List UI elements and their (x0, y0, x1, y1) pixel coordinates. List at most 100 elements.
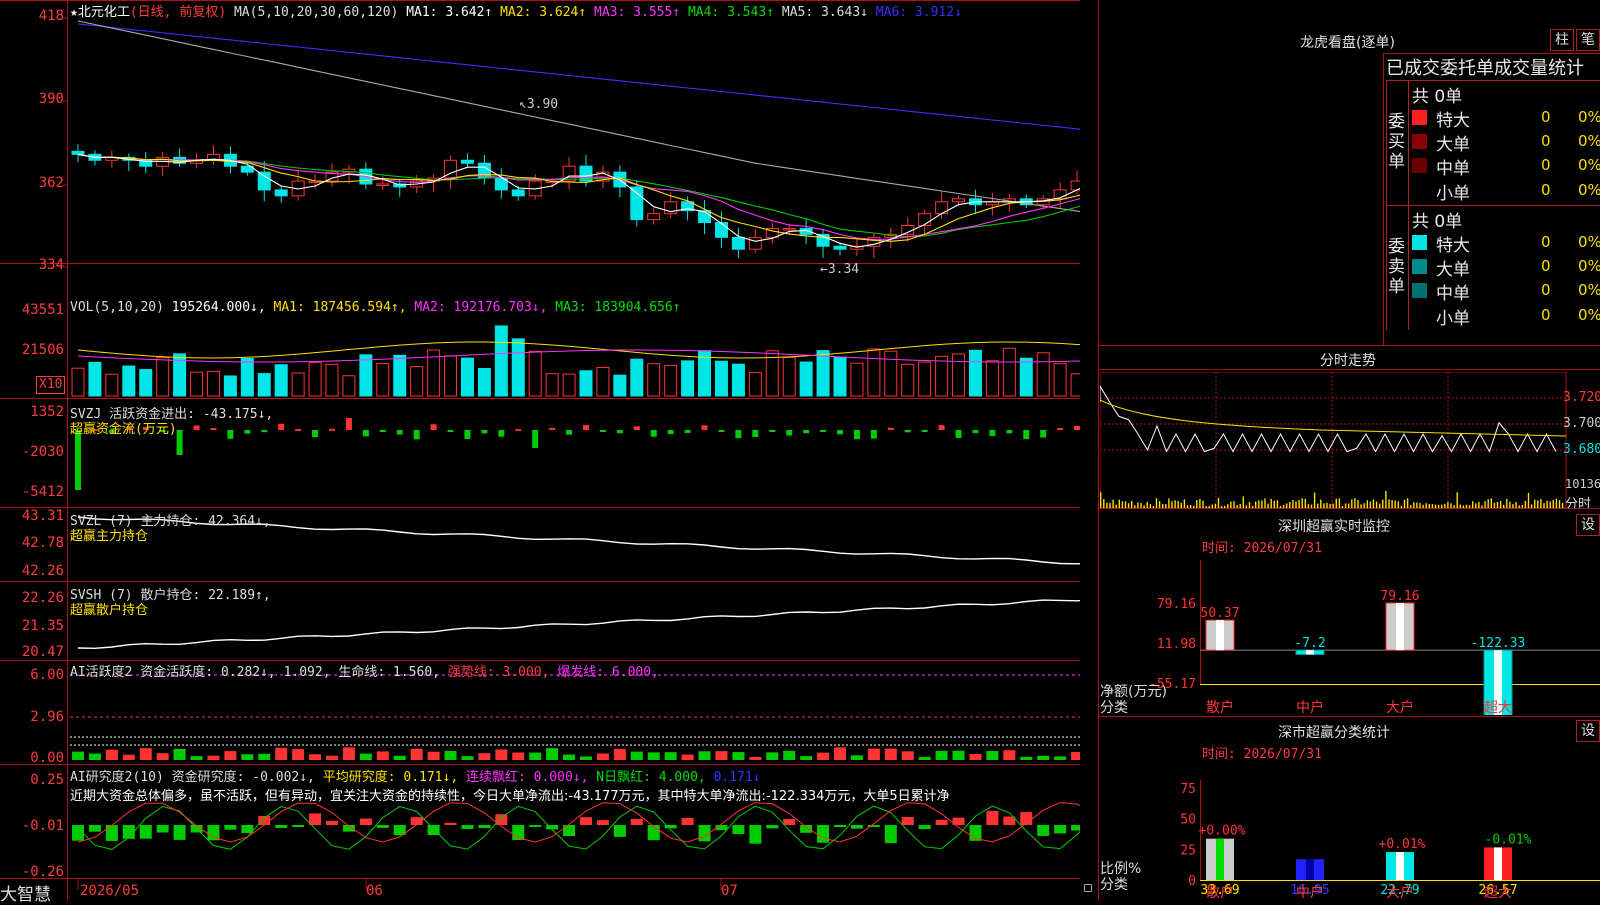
buy-m-swatch (1412, 158, 1427, 173)
sz-monitor-title: 深圳超赢实时监控 (1278, 519, 1390, 535)
szc-change-label: +0.01% (1379, 837, 1426, 852)
vol-label: VOL(5,10,20) (70, 300, 164, 315)
intra-vol-bar (1552, 499, 1554, 508)
ai-active-bar (546, 748, 559, 760)
vol-bar (71, 367, 85, 397)
ai-active-bar (292, 749, 305, 760)
intra-vol-bar (1456, 492, 1458, 508)
y-tick-main-1: 418 (38, 8, 64, 24)
lock-icon[interactable] (1084, 884, 1092, 892)
vol-bar (376, 362, 390, 397)
intra-vol-bar (1419, 502, 1421, 508)
sz-class-settings-button[interactable]: 设 (1576, 720, 1600, 742)
intra-vol-bar (1332, 503, 1334, 508)
app-root: ★北元化工(日线, 前复权) MA(5,10,20,30,60,120) MA1… (0, 0, 1600, 905)
sell-m-count: 0 (1541, 281, 1551, 299)
szm-category: 超大 (1484, 700, 1512, 715)
vol-bar (731, 363, 745, 397)
intra-vol-bar (1143, 505, 1145, 508)
buy-s-count: 0 (1541, 181, 1551, 199)
szm-value-label: -7.2 (1294, 636, 1325, 651)
tab-tick-view[interactable]: 笔 (1576, 29, 1600, 51)
intra-vol-bar (1437, 504, 1440, 508)
ai-research-bar (986, 810, 999, 825)
intra-vol-bar (1506, 498, 1508, 508)
vol-bar (1036, 352, 1050, 397)
intra-vol-bar (1357, 499, 1359, 508)
ai-active-bar (258, 753, 271, 760)
sell-row-xl: 特大 (1436, 236, 1470, 256)
intra-vol: 10136 (1565, 477, 1600, 491)
svzl-sub: 超赢主力持仓 (70, 529, 149, 544)
vol-bar (647, 363, 661, 397)
y-tick-svsh-3: 20.47 (21, 644, 64, 660)
svzj-bar (447, 430, 454, 432)
svzj-bar (210, 428, 217, 431)
intra-vol-bar (1540, 499, 1542, 508)
vol-bar (596, 366, 610, 397)
ai-active-bar (681, 754, 694, 760)
svzj-bar (1023, 430, 1030, 440)
intra-vol-bar (1118, 499, 1120, 508)
intra-vol-bar (1165, 504, 1167, 508)
ai-research-bars (72, 810, 1080, 844)
kline-chart[interactable] (0, 0, 1080, 900)
vol-bar (664, 364, 678, 397)
ai-research-bar (563, 825, 576, 837)
svzj-bar (261, 430, 268, 433)
intra-vol-bar (1549, 501, 1551, 508)
vol-bar (528, 350, 542, 397)
vol-bar (393, 354, 407, 397)
intra-vol-bar (1267, 503, 1269, 508)
intra-vol-bar (1459, 504, 1461, 508)
vol-bar (985, 360, 999, 397)
svzj-bars (75, 418, 1080, 490)
ai-research-header: AI研究度2(10) 资金研究度: -0.002↓, 平均研究度: 0.171↓… (70, 766, 761, 785)
intraday-chart[interactable] (1100, 372, 1600, 510)
intra-vol-bar (1366, 500, 1368, 508)
intra-vol-bar (1403, 499, 1406, 508)
intra-vol-bar (1425, 503, 1427, 508)
ai-active-bar (326, 755, 338, 760)
intra-vol-bar (1276, 500, 1279, 508)
ai-active-bar (986, 751, 999, 760)
svzj-bar (938, 425, 945, 430)
intra-vol-bar (1382, 499, 1384, 508)
sz-monitor-settings-button[interactable]: 设 (1576, 514, 1600, 536)
ai-active-bar (529, 752, 542, 760)
ai-active-bar (88, 753, 101, 760)
intra-vol-bar (1363, 503, 1365, 508)
intra-vol-bar (1233, 501, 1235, 508)
vol-bar (88, 361, 102, 397)
intra-vol-bar (1338, 498, 1341, 508)
ai-active-bar (122, 754, 135, 760)
szc-bar (1206, 838, 1234, 880)
svsh-sub: 超赢散户持仓 (70, 603, 149, 618)
tab-bar-view[interactable]: 柱 (1550, 29, 1574, 51)
intra-vol-bar (1146, 501, 1148, 508)
intra-vol-bar (1475, 503, 1477, 508)
ai-active-bar (918, 756, 931, 760)
intra-vol-bar (1177, 500, 1179, 508)
intra-vol-bar (1524, 500, 1527, 508)
intra-vol-bar (1258, 500, 1260, 508)
intra-vol-bar (1385, 490, 1387, 508)
vol-bar (867, 348, 881, 397)
intra-vol-bar (1388, 499, 1390, 508)
ai-active-bar (596, 753, 609, 760)
intra-vol-bar (1270, 498, 1272, 508)
vol-bar (240, 358, 254, 397)
szc-category-1: 散户 (1206, 885, 1234, 901)
vol-bar (105, 373, 119, 397)
intra-vol-bar (1493, 502, 1496, 508)
y-tick-vol-1: 43551 (21, 302, 64, 318)
svzj-bar (972, 430, 979, 434)
ai-cont: 连续飘红: 0.000↓, (466, 770, 589, 785)
intra-vol-bar (1180, 502, 1182, 508)
svzj-bar (532, 430, 539, 448)
intra-vol-bar (1472, 501, 1474, 508)
ma4-value: MA4: 3.543↑ (687, 5, 775, 20)
intra-vol-bar (1295, 501, 1297, 508)
intra-vol-bar (1434, 504, 1437, 508)
intra-vol-bar (1561, 502, 1564, 508)
